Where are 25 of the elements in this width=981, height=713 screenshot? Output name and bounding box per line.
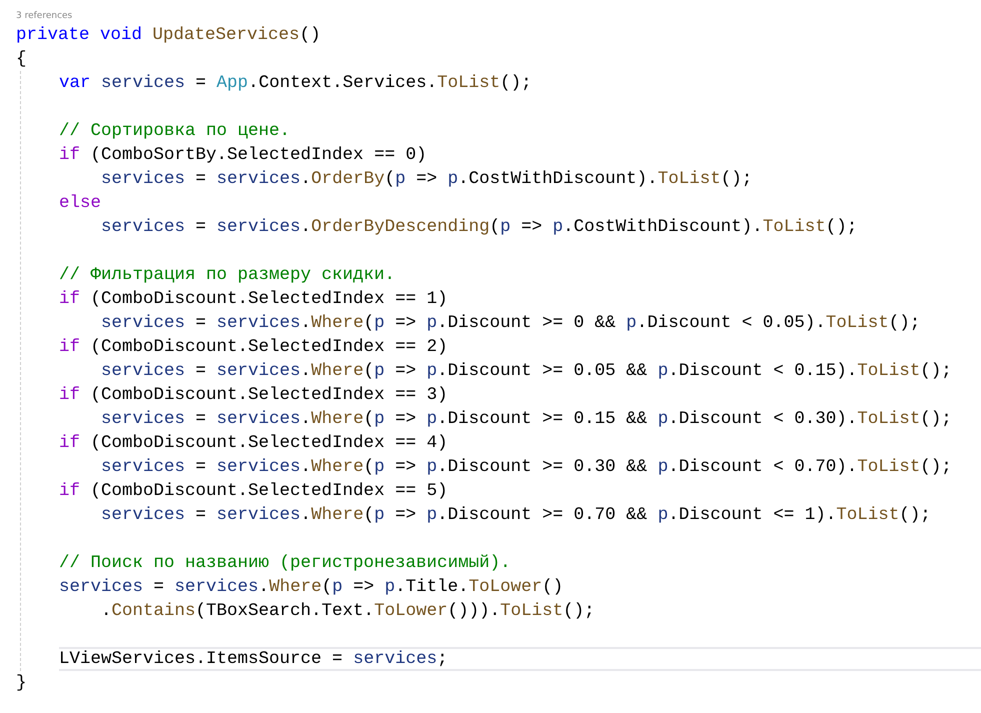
code-line: services = services.Where(p => p.Discount >= 0.70 && p.Discount <= 1).ToList(); xyxy=(101,504,932,527)
code-line: services = services.Where(p => p.Discount >= 0.30 && p.Discount < 0.70).ToList(); xyxy=(101,456,953,479)
code-line: private void UpdateServices() xyxy=(16,24,322,47)
code-line: services = services.OrderBy(p => p.CostWithDiscount).ToList(); xyxy=(101,168,754,191)
code-line: var services = App.Context.Services.ToList(); xyxy=(59,72,533,95)
code-line: // Сортировка по цене. xyxy=(59,120,292,143)
code-line: if (ComboDiscount.SelectedIndex == 5) xyxy=(59,480,449,503)
code-line: .Contains(TBoxSearch.Text.ToLower())).ToList(); xyxy=(101,600,596,623)
code-line: if (ComboSortBy.SelectedIndex == 0) xyxy=(59,144,428,167)
code-line: services = services.OrderByDescending(p => p.CostWithDiscount).ToList(); xyxy=(101,216,858,239)
code-line: // Фильтрация по размеру скидки. xyxy=(59,264,396,287)
code-line: if (ComboDiscount.SelectedIndex == 3) xyxy=(59,384,449,407)
code-line: services = services.Where(p => p.Title.ToLower() xyxy=(59,576,564,599)
code-line: } xyxy=(16,672,28,695)
code-line: LViewServices.ItemsSource = services; xyxy=(59,647,981,671)
code-line: services = services.Where(p => p.Discount >= 0.15 && p.Discount < 0.30).ToList(); xyxy=(101,408,953,431)
references-count[interactable]: 3 references xyxy=(16,9,981,23)
code-line: if (ComboDiscount.SelectedIndex == 4) xyxy=(59,432,449,455)
code-line: services = services.Where(p => p.Discount >= 0.05 && p.Discount < 0.15).ToList(); xyxy=(101,360,953,383)
code-line: { xyxy=(16,48,28,71)
code-line: if (ComboDiscount.SelectedIndex == 2) xyxy=(59,336,449,359)
code-line: else xyxy=(59,192,102,215)
code-line: if (ComboDiscount.SelectedIndex == 1) xyxy=(59,288,449,311)
code-line: // Поиск по названию (регистронезависимый). xyxy=(59,552,512,575)
code-line: services = services.Where(p => p.Discount >= 0 && p.Discount < 0.05).ToList(); xyxy=(101,312,922,335)
